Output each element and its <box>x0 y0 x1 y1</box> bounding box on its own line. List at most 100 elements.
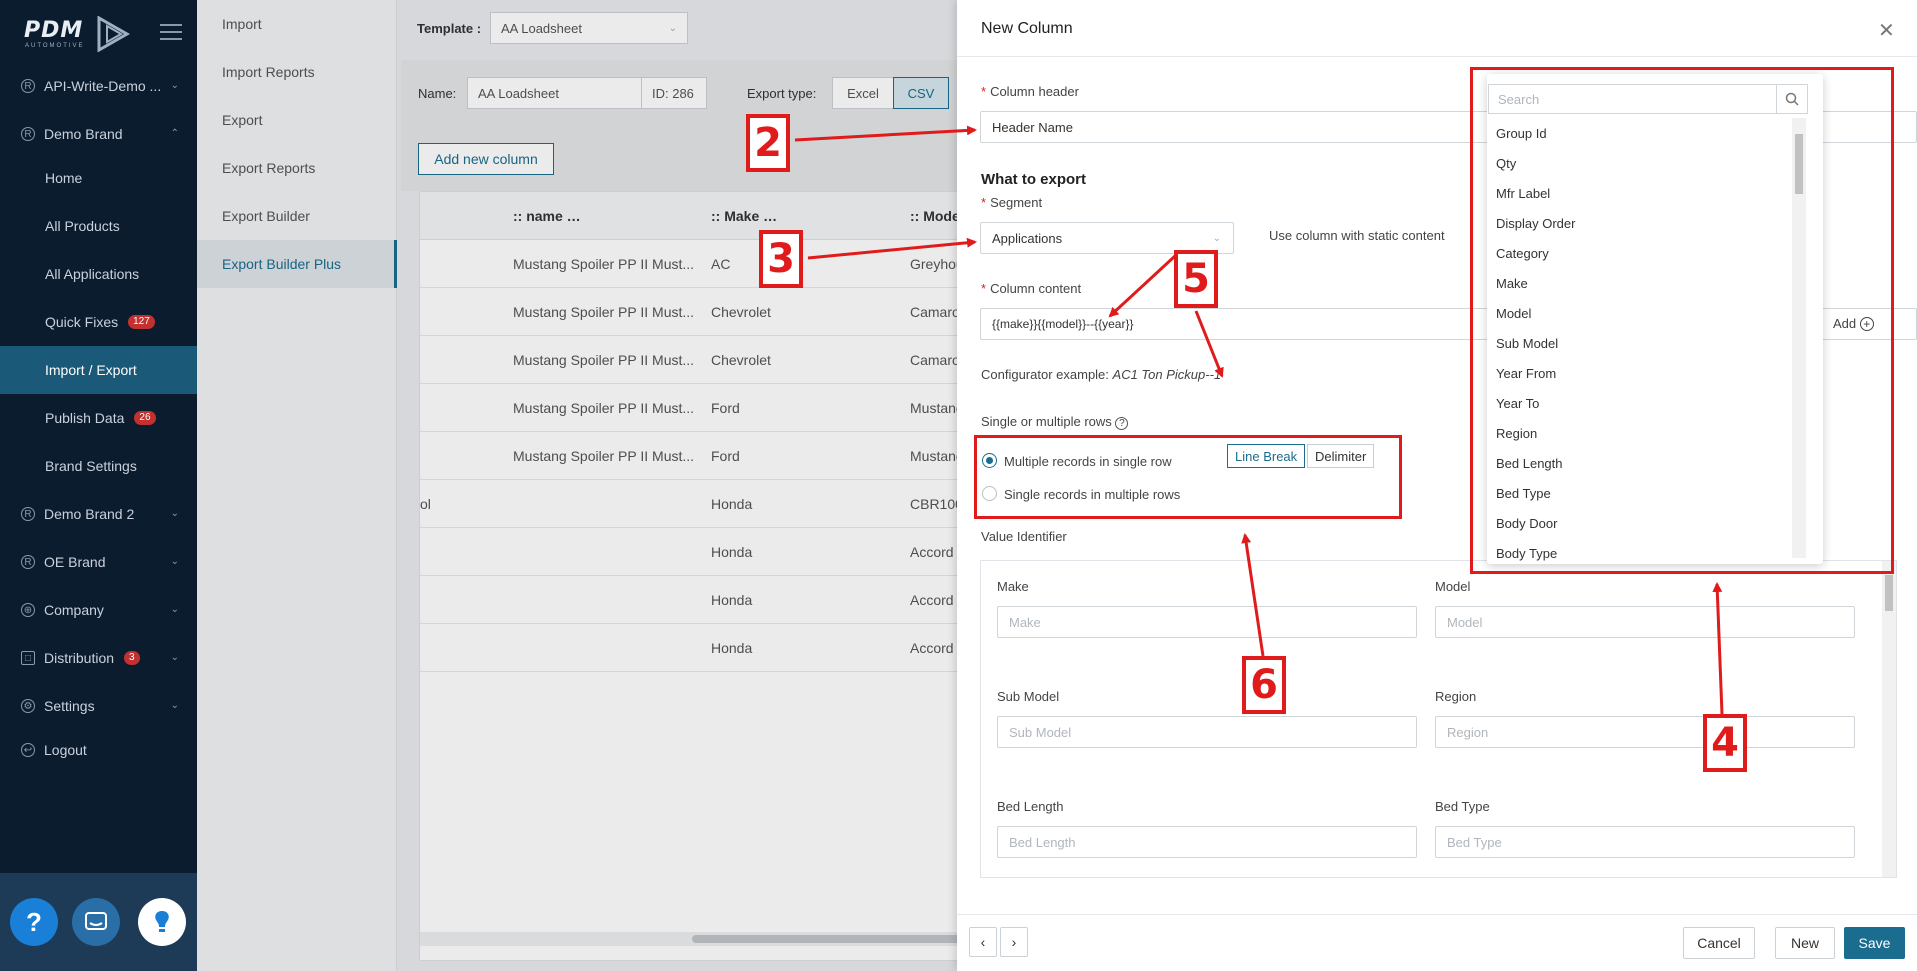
button-label: New <box>1790 935 1819 951</box>
label-text: Column content <box>990 281 1082 296</box>
count-badge: 127 <box>128 315 155 329</box>
nav-sub-label: Quick Fixes <box>45 314 119 330</box>
nav-quick-fixes[interactable]: Quick Fixes 127 <box>0 298 197 346</box>
nav-publish-data[interactable]: Publish Data 26 <box>0 394 197 442</box>
column-content-label: * Column content <box>981 281 1082 296</box>
vi-submodel-input[interactable]: Sub Model <box>997 716 1417 748</box>
nav-import-export[interactable]: Import / Export <box>0 346 197 394</box>
placeholder: Sub Model <box>1009 724 1072 740</box>
placeholder: Bed Length <box>1009 834 1076 850</box>
count-badge: 26 <box>134 411 156 425</box>
logo[interactable]: PDM AUTOMOTIVE <box>20 12 160 52</box>
vi-model-input[interactable]: Model <box>1435 606 1855 638</box>
prev-arrow-icon[interactable]: ‹ <box>969 927 997 957</box>
nav-all-products[interactable]: All Products <box>0 202 197 250</box>
modal-overlay <box>197 0 957 971</box>
rows-label: Single or multiple rows ? <box>981 414 1129 430</box>
config-prefix: Configurator example: <box>981 367 1109 382</box>
callout-3: 3 <box>759 230 803 288</box>
count-badge: 3 <box>124 651 140 665</box>
menu-toggle-icon[interactable] <box>160 24 182 42</box>
label-text: Single or multiple rows <box>981 414 1112 429</box>
annotation-box-rows <box>974 435 1402 519</box>
vi-make-input[interactable]: Make <box>997 606 1417 638</box>
nav-label: Demo Brand 2 <box>44 506 135 522</box>
lightbulb-icon[interactable] <box>138 898 186 946</box>
bottom-toolbar: ? <box>0 873 197 971</box>
nav-all-applications[interactable]: All Applications <box>0 250 197 298</box>
segment-label: * Segment <box>981 195 1043 210</box>
save-button[interactable]: Save <box>1844 927 1905 959</box>
vi-model-label: Model <box>1435 579 1471 594</box>
scroll-thumb[interactable] <box>1885 575 1893 611</box>
nav-sub-label: All Applications <box>45 266 140 282</box>
logo-subtext: AUTOMOTIVE <box>25 43 85 49</box>
chevron-down-icon: ⌄ <box>170 80 179 91</box>
registered-icon: R <box>21 507 35 521</box>
nav-sub-label: Brand Settings <box>45 458 137 474</box>
callout-4: 4 <box>1703 714 1747 772</box>
column-header-label: * Column header <box>981 84 1079 99</box>
vi-submodel-label: Sub Model <box>997 689 1060 704</box>
chevron-up-icon: ⌃ <box>170 128 179 139</box>
help-icon[interactable]: ? <box>10 898 58 946</box>
nav-settings[interactable]: ⚙ Settings ⌄ <box>0 682 197 730</box>
vi-bedlength-label: Bed Length <box>997 799 1064 814</box>
drawer-footer: ‹ › Cancel New Save <box>957 914 1917 971</box>
nav-logout[interactable]: ↩ Logout <box>0 726 197 774</box>
nav-sub-label: Publish Data <box>45 410 125 426</box>
nav-company[interactable]: ⊕ Company ⌄ <box>0 586 197 634</box>
nav-label: Logout <box>44 742 87 758</box>
placeholder: Model <box>1447 614 1483 630</box>
label-text: Segment <box>990 195 1043 210</box>
logout-icon: ↩ <box>21 743 35 757</box>
what-to-export-heading: What to export <box>981 171 1086 188</box>
vi-make-label: Make <box>997 579 1029 594</box>
vi-region-input[interactable]: Region <box>1435 716 1855 748</box>
select-value: Applications <box>992 230 1063 246</box>
nav-label: Distribution <box>44 650 115 666</box>
callout-6: 6 <box>1242 656 1286 714</box>
logo-mark-icon <box>97 16 131 52</box>
input-value: Header Name <box>992 119 1073 135</box>
vi-bedtype-label: Bed Type <box>1435 799 1490 814</box>
chevron-down-icon: ⌄ <box>170 700 179 711</box>
vi-bedlength-input[interactable]: Bed Length <box>997 826 1417 858</box>
gear-icon: ⚙ <box>21 699 35 713</box>
close-icon[interactable]: ✕ <box>1878 18 1895 43</box>
nav-label: Demo Brand <box>44 126 123 142</box>
nav-sub-label: Home <box>45 170 83 186</box>
nav-oe-brand[interactable]: R OE Brand ⌄ <box>0 538 197 586</box>
nav-distribution[interactable]: □ Distribution 3 ⌄ <box>0 634 197 682</box>
globe-icon: ⊕ <box>21 603 35 617</box>
sidebar: PDM AUTOMOTIVE R API-Write-Demo ... ⌄ R Dem… <box>0 0 197 971</box>
nav-api-write-demo[interactable]: R API-Write-Demo ... ⌄ <box>0 62 197 110</box>
registered-icon: R <box>21 555 35 569</box>
chevron-down-icon: ⌄ <box>170 604 179 615</box>
value-identifier-panel: Make Make Model Model Sub Model Sub Mode… <box>980 560 1897 878</box>
annotation-box-dropdown <box>1470 67 1894 574</box>
nav-home[interactable]: Home <box>0 154 197 202</box>
chevron-down-icon: ⌄ <box>170 556 179 567</box>
placeholder: Region <box>1447 724 1489 740</box>
vi-bedtype-input[interactable]: Bed Type <box>1435 826 1855 858</box>
box-icon: □ <box>21 651 35 665</box>
new-button[interactable]: New <box>1775 927 1835 959</box>
nav-brand-settings[interactable]: Brand Settings <box>0 442 197 490</box>
nav-sub-label: Import / Export <box>45 362 137 378</box>
value-identifier-label: Value Identifier <box>981 529 1067 544</box>
chevron-down-icon: ⌄ <box>1212 232 1221 244</box>
chat-icon[interactable] <box>72 898 120 946</box>
vi-region-label: Region <box>1435 689 1477 704</box>
vertical-scrollbar[interactable] <box>1882 561 1896 877</box>
question-circle-icon[interactable]: ? <box>1115 417 1129 430</box>
nav-demo-brand-2[interactable]: R Demo Brand 2 ⌄ <box>0 490 197 538</box>
cancel-button[interactable]: Cancel <box>1683 927 1755 959</box>
next-arrow-icon[interactable]: › <box>1000 927 1028 957</box>
nav-label: OE Brand <box>44 554 106 570</box>
nav-label: Company <box>44 602 104 618</box>
config-example: AC1 Ton Pickup--1 <box>1112 367 1222 382</box>
button-label: Save <box>1858 935 1891 951</box>
nav-demo-brand[interactable]: R Demo Brand ⌃ <box>0 110 197 158</box>
nav-label: API-Write-Demo ... <box>44 78 162 94</box>
